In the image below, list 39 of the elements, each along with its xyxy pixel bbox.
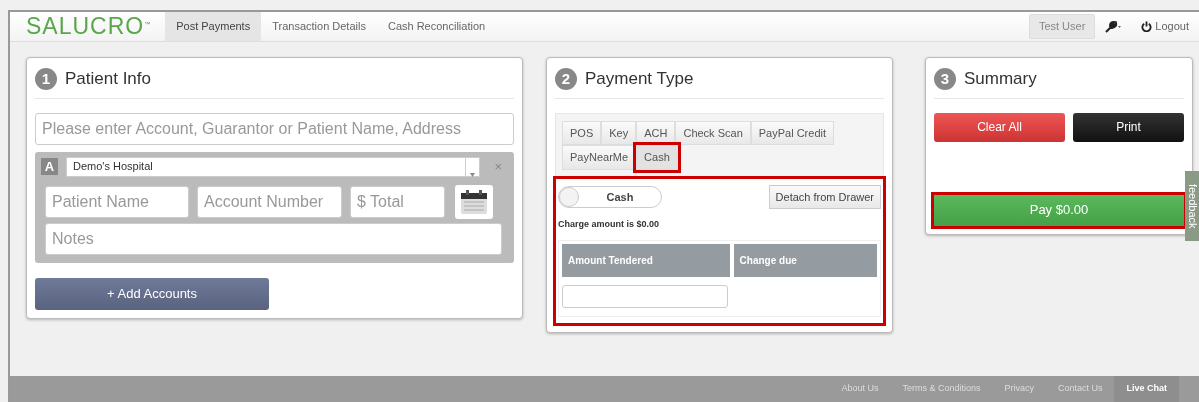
patient-name-field[interactable]: Patient Name [45,185,189,218]
add-accounts-button[interactable]: + Add Accounts [35,277,269,310]
column-header: Change due [733,243,877,277]
notes-field[interactable]: Notes [45,222,502,255]
account-number-field[interactable]: Account Number [197,185,342,218]
total-field[interactable]: $ Total [350,185,445,218]
print-button[interactable]: Print [1073,112,1184,142]
payment-tab[interactable]: POS [562,120,602,145]
payment-tab[interactable]: PayPal Credit [750,120,834,145]
payment-tab[interactable]: Check Scan [675,120,751,145]
salucro-logo: SALUCRO$^{™}$ [25,12,153,41]
nav-link[interactable]: Post Payments [165,12,262,41]
calendar-button[interactable] [455,184,493,219]
column-header: Amount Tendered [562,243,730,277]
payment-tab[interactable]: Key [601,120,637,145]
search-field[interactable]: Please enter Account, Guarantor or Patient Name, Address [35,112,514,145]
caret-icon [470,172,476,177]
panel-title: Payment Type [585,68,694,90]
step-number: 2 [555,67,577,90]
step-number: 1 [35,67,57,90]
step-number: 3 [934,67,956,90]
amount-tendered-field[interactable] [562,284,728,308]
calendar-icon [460,188,488,215]
panel-title: Patient Info [65,68,151,90]
panel-title: Summary [964,68,1037,90]
wrench-icon [1105,20,1122,33]
nav-link[interactable]: Transaction Details [261,12,377,41]
payment-tab[interactable]: Cash [636,145,678,170]
cash-toggle[interactable]: Cash [558,185,662,208]
detach-button[interactable]: Detach from Drawer [768,184,881,209]
logout-link[interactable]: Logout [1141,12,1189,41]
nav-link[interactable]: Cash Reconciliation [376,12,497,41]
user-button[interactable]: Test User [1028,14,1096,39]
footer-link[interactable]: Live Chat [1114,376,1179,402]
charge-text: Charge amount is $0.00 [558,218,661,231]
account-letter: A [41,158,58,175]
facility-select[interactable]: Demo's Hospital [66,156,481,177]
clear-all-button[interactable]: Clear All [934,112,1065,142]
power-icon [1141,21,1153,32]
